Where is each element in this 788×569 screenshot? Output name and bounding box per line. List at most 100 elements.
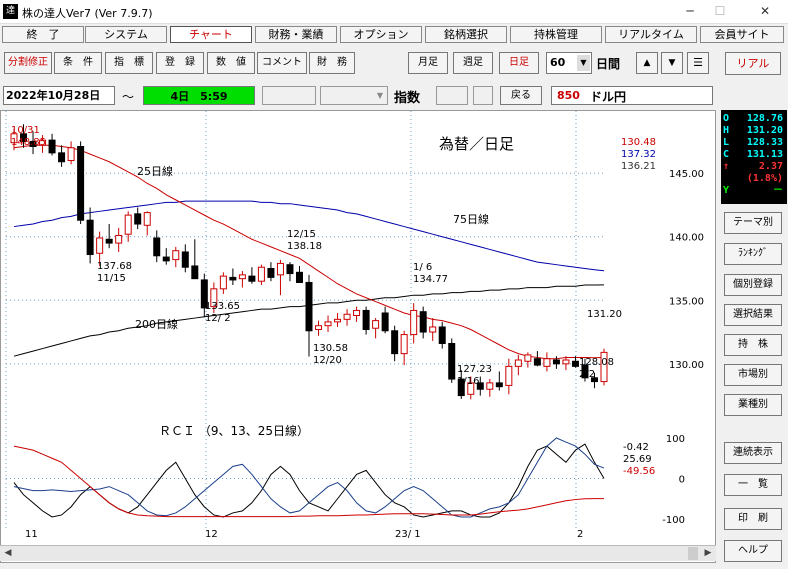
menu-icon[interactable]: ☰ <box>687 52 709 74</box>
industry-button[interactable]: 業種別 <box>724 394 782 416</box>
scroll-left-icon[interactable]: ◀ <box>0 546 16 561</box>
rci-series-line <box>13 443 605 518</box>
ohlc-row: Y － <box>723 185 785 197</box>
menu-system[interactable]: システム <box>85 26 167 43</box>
arrow-up-icon[interactable]: ▲ <box>636 52 658 74</box>
indicator-button[interactable]: 指 標 <box>105 52 153 74</box>
app-icon: 達 <box>3 4 18 19</box>
blank-field <box>262 86 316 105</box>
y-tick-label: 145.00 <box>669 169 704 180</box>
candle-down <box>305 281 313 332</box>
ranking-button[interactable]: ﾗﾝｷﾝｸﾞ <box>724 243 782 265</box>
menu-holdings[interactable]: 持株管理 <box>510 26 602 43</box>
ohlc-value: 128.76 <box>746 113 783 124</box>
selection-results-button[interactable]: 選択結果 <box>724 304 782 326</box>
ohlc-row: C 131.13 <box>723 149 785 161</box>
candle-up <box>353 309 361 317</box>
x-tick-label: 11 <box>25 529 38 540</box>
comment-button[interactable]: コメント <box>257 52 307 74</box>
rci-tick-label: 100 <box>666 434 685 445</box>
candle-down <box>181 251 189 268</box>
candle-up <box>562 359 570 365</box>
price-annotation: 10/31 <box>11 125 40 136</box>
theme-button[interactable]: テーマ別 <box>724 212 782 234</box>
ohlc-key: L <box>723 137 730 148</box>
ohlc-value: 131.20 <box>746 125 783 136</box>
candle-up <box>429 326 437 333</box>
split-adjust-button[interactable]: 分割修正 <box>4 52 52 74</box>
candle-down <box>419 311 427 333</box>
candle-up <box>96 237 104 254</box>
weekly-button[interactable]: 週足 <box>453 52 493 74</box>
ohlc-key: ↑ <box>723 161 730 172</box>
ohlc-row: O 128.76 <box>723 113 785 125</box>
chevron-down-icon: ▼ <box>577 55 590 71</box>
close-button[interactable]: ✕ <box>755 3 775 19</box>
candle-up <box>543 358 551 367</box>
help-button[interactable]: ヘルプ <box>724 540 782 562</box>
monthly-button[interactable]: 月足 <box>408 52 448 74</box>
ohlc-key: Y <box>723 185 730 196</box>
price-annotation: 131.20 <box>587 309 622 320</box>
x-tick-label: 12 <box>205 529 218 540</box>
price-annotation: 12/ 2 <box>205 313 231 324</box>
price-annotation: 133.65 <box>205 301 240 312</box>
candle-up <box>143 212 151 226</box>
ma200-label: 200日線 <box>135 317 178 331</box>
finance-button[interactable]: 財 務 <box>309 52 355 74</box>
arrow-down-icon[interactable]: ▼ <box>661 52 683 74</box>
daily-button[interactable]: 日足 <box>499 52 539 74</box>
menu-chart[interactable]: チャート <box>170 26 252 43</box>
ohlc-value: 131.13 <box>746 149 783 160</box>
realtime-button[interactable]: リアル <box>725 52 781 75</box>
index-select[interactable]: ▼ <box>320 86 388 105</box>
horizontal-scrollbar[interactable]: ◀ ▶ <box>0 545 716 561</box>
menu-bar: 終 了 システム チャート 財務・業績 オプション 銘柄選択 持株管理 リアルタ… <box>0 24 788 44</box>
scroll-thumb[interactable] <box>688 547 698 560</box>
ohlc-value: 128.33 <box>746 137 783 148</box>
symbol-field[interactable]: 850 ドル円 <box>551 86 713 105</box>
maximize-button[interactable]: ☐ <box>710 3 730 19</box>
menu-options[interactable]: オプション <box>340 26 422 43</box>
ma75-value: 137.32 <box>621 149 656 160</box>
candle-up <box>514 359 522 367</box>
ohlc-key: H <box>723 125 730 136</box>
menu-stock-select[interactable]: 銘柄選択 <box>425 26 507 43</box>
individual-register-button[interactable]: 個別登録 <box>724 274 782 296</box>
menu-member-site[interactable]: 会員サイト <box>700 26 784 43</box>
values-button[interactable]: 数 値 <box>207 52 255 74</box>
chart-svg: 145.00 140.00 135.00 130.00 為替／日足 130.48137.3… <box>5 111 704 540</box>
back-button[interactable]: 戻る <box>500 86 542 105</box>
holdings-button[interactable]: 持 株 <box>724 334 782 356</box>
candle-down <box>248 275 256 282</box>
period-select[interactable]: 60 ▼ <box>546 52 592 74</box>
chart-area[interactable]: 145.00 140.00 135.00 130.00 為替／日足 130.48 137.3… <box>0 110 716 563</box>
candle-down <box>286 264 294 275</box>
candle-up <box>524 354 532 362</box>
y-tick-label: 140.00 <box>669 233 704 244</box>
print-button[interactable]: 印 刷 <box>724 508 782 530</box>
menu-exit[interactable]: 終 了 <box>2 26 84 43</box>
candle-down <box>295 271 303 283</box>
price-annotation: 128.08 <box>579 357 614 368</box>
candle-up <box>505 365 513 386</box>
start-date-field[interactable]: 2022年10月28日 <box>3 86 115 105</box>
ohlc-key: O <box>723 113 730 124</box>
scroll-right-icon[interactable]: ▶ <box>700 546 716 561</box>
list-button[interactable]: 一 覧 <box>724 474 782 496</box>
condition-button[interactable]: 条 件 <box>54 52 102 74</box>
market-button[interactable]: 市場別 <box>724 364 782 386</box>
continuous-display-button[interactable]: 連続表示 <box>724 442 782 464</box>
minimize-button[interactable]: ─ <box>680 3 700 19</box>
menu-realtime[interactable]: リアルタイム <box>605 26 697 43</box>
rci-series-line <box>13 445 604 518</box>
period-value: 60 <box>550 56 566 69</box>
candle-down <box>134 213 142 225</box>
rci-value: -0.42 <box>623 442 649 453</box>
register-button[interactable]: 登 録 <box>156 52 204 74</box>
price-annotation: 148.85 <box>11 137 46 148</box>
candle-up <box>372 320 380 329</box>
menu-finance[interactable]: 財務・業績 <box>255 26 337 43</box>
candle-down <box>533 358 541 366</box>
price-annotation: 11/15 <box>97 273 126 284</box>
